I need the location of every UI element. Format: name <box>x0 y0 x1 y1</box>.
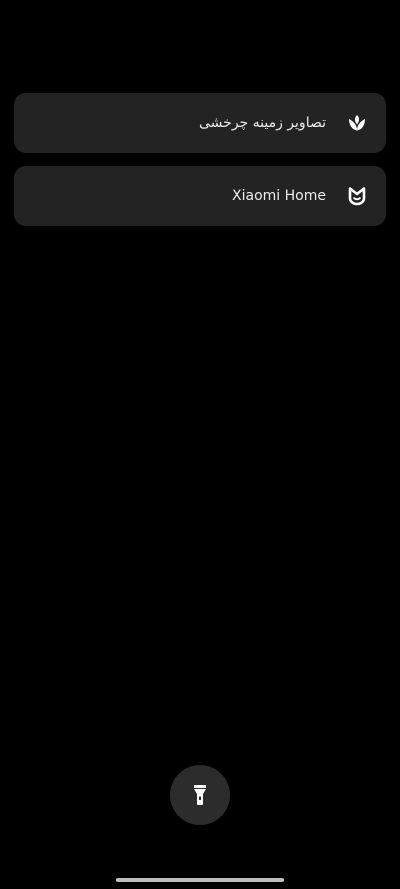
shortcut-label: تصاویر زمینه چرخشی <box>199 115 326 131</box>
mi-home-icon <box>346 185 368 207</box>
home-indicator[interactable] <box>116 878 284 882</box>
wallpaper-carousel-icon <box>346 112 368 134</box>
flashlight-button[interactable] <box>170 765 230 825</box>
shortcut-wallpaper-carousel[interactable]: تصاویر زمینه چرخشی <box>14 93 386 153</box>
shortcut-xiaomi-home[interactable]: Xiaomi Home <box>14 166 386 226</box>
flashlight-icon <box>190 784 210 806</box>
shortcut-label: Xiaomi Home <box>232 188 326 204</box>
